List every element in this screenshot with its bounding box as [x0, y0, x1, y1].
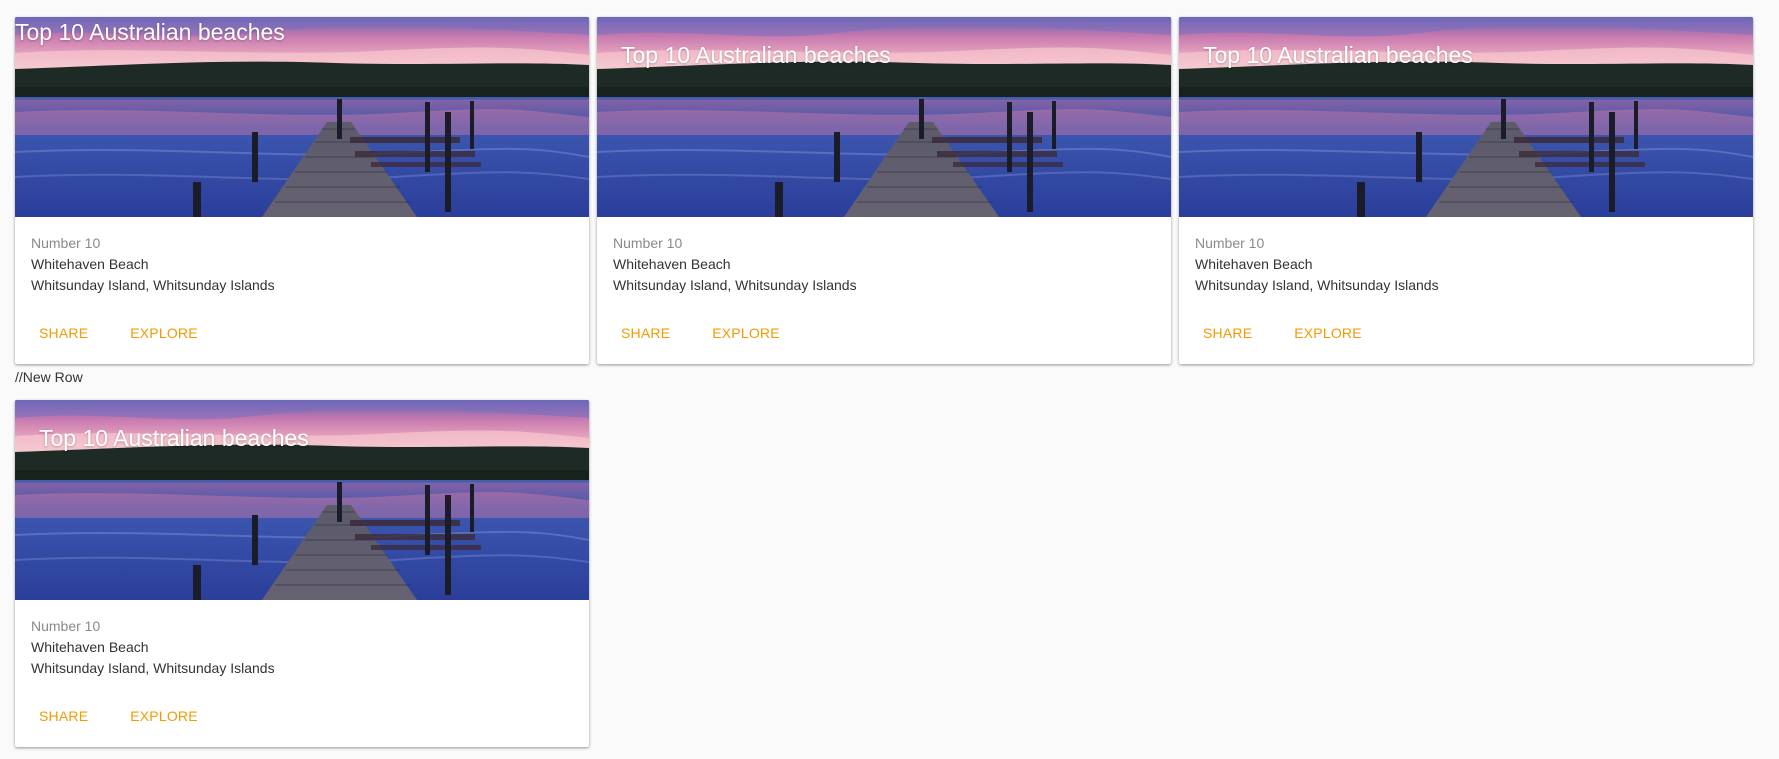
card-location: Whitsunday Island, Whitsunday Islands — [31, 660, 275, 676]
card-location: Whitsunday Island, Whitsunday Islands — [613, 277, 857, 293]
card-subtitle: Number 10 — [1195, 235, 1265, 251]
explore-button[interactable]: EXPLORE — [1282, 319, 1374, 347]
beach-card: Top 10 Australian beaches Number 10 Whit… — [15, 17, 589, 364]
card-subtitle: Number 10 — [613, 235, 683, 251]
card-content: Number 10 Whitehaven Beach Whitsunday Is… — [597, 217, 1171, 313]
card-beach-name: Whitehaven Beach — [31, 256, 149, 272]
card-actions: SHARE EXPLORE — [609, 319, 792, 347]
card-image: Top 10 Australian beaches — [15, 400, 589, 600]
share-button[interactable]: SHARE — [27, 319, 100, 347]
card-beach-name: Whitehaven Beach — [31, 639, 149, 655]
card-beach-name: Whitehaven Beach — [1195, 256, 1313, 272]
lake-dock-image — [15, 17, 589, 217]
card-beach-name: Whitehaven Beach — [613, 256, 731, 272]
card-title: Top 10 Australian beaches — [39, 425, 309, 451]
card-subtitle: Number 10 — [31, 235, 101, 251]
card-title: Top 10 Australian beaches — [1203, 42, 1473, 68]
share-button[interactable]: SHARE — [27, 702, 100, 730]
card-subtitle: Number 10 — [31, 618, 101, 634]
card-title: Top 10 Australian beaches — [15, 19, 285, 45]
card-actions: SHARE EXPLORE — [1191, 319, 1374, 347]
cards-row-2: Top 10 Australian beaches Number 10 Whit… — [15, 400, 589, 747]
explore-button[interactable]: EXPLORE — [118, 319, 210, 347]
row-separator-text: //New Row — [15, 369, 83, 385]
cards-row-1: Top 10 Australian beaches Number 10 Whit… — [15, 17, 1753, 364]
card-location: Whitsunday Island, Whitsunday Islands — [1195, 277, 1439, 293]
card-content: Number 10 Whitehaven Beach Whitsunday Is… — [15, 217, 589, 313]
card-actions: SHARE EXPLORE — [27, 702, 210, 730]
card-content: Number 10 Whitehaven Beach Whitsunday Is… — [1179, 217, 1753, 313]
card-image: Top 10 Australian beaches — [15, 17, 589, 217]
card-image: Top 10 Australian beaches — [597, 17, 1171, 217]
explore-button[interactable]: EXPLORE — [700, 319, 792, 347]
share-button[interactable]: SHARE — [609, 319, 682, 347]
card-location: Whitsunday Island, Whitsunday Islands — [31, 277, 275, 293]
card-image: Top 10 Australian beaches — [1179, 17, 1753, 217]
card-actions: SHARE EXPLORE — [27, 319, 210, 347]
beach-card: Top 10 Australian beaches Number 10 Whit… — [1179, 17, 1753, 364]
beach-card: Top 10 Australian beaches Number 10 Whit… — [597, 17, 1171, 364]
explore-button[interactable]: EXPLORE — [118, 702, 210, 730]
card-title: Top 10 Australian beaches — [621, 42, 891, 68]
card-content: Number 10 Whitehaven Beach Whitsunday Is… — [15, 600, 589, 696]
beach-card: Top 10 Australian beaches Number 10 Whit… — [15, 400, 589, 747]
share-button[interactable]: SHARE — [1191, 319, 1264, 347]
